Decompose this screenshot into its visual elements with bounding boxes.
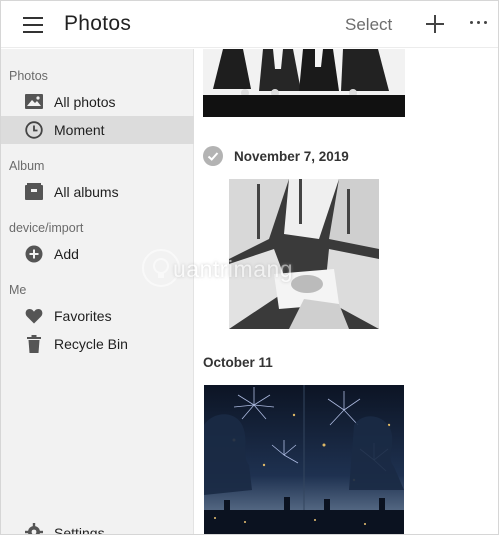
sidebar-item-add[interactable]: Add xyxy=(1,240,194,268)
sidebar-item-recycle-bin[interactable]: Recycle Bin xyxy=(1,330,194,358)
section-label-album: Album xyxy=(9,159,45,173)
add-icon[interactable] xyxy=(425,14,445,34)
photos-window: Photos Select Photos All photos Moment A… xyxy=(0,0,499,535)
sidebar-item-label: Recycle Bin xyxy=(54,336,128,352)
photo-thumbnail[interactable] xyxy=(229,179,379,329)
sidebar-item-settings[interactable]: Settings xyxy=(1,520,194,535)
sidebar-item-label: Settings xyxy=(54,525,105,535)
gear-icon xyxy=(25,523,43,534)
clock-icon xyxy=(25,121,43,139)
sidebar-item-moment[interactable]: Moment xyxy=(1,116,194,144)
image-icon xyxy=(25,94,43,109)
sidebar-item-label: All albums xyxy=(54,184,119,200)
hamburger-menu-icon[interactable] xyxy=(23,17,43,33)
fireworks-photo-image xyxy=(204,385,404,534)
section-label-device-import: device/import xyxy=(9,221,84,235)
hands-photo-image xyxy=(229,179,379,329)
select-button[interactable]: Select xyxy=(345,15,392,35)
heart-icon xyxy=(25,309,43,324)
add-circle-icon xyxy=(25,245,43,263)
section-label-me: Me xyxy=(9,283,27,297)
photo-thumbnail[interactable] xyxy=(204,385,404,534)
sidebar-item-all-albums[interactable]: All albums xyxy=(1,178,194,206)
sidebar-item-label: Favorites xyxy=(54,308,112,324)
sidebar-item-label: Moment xyxy=(54,122,105,138)
album-icon xyxy=(25,183,43,200)
sidebar-item-label: Add xyxy=(54,246,79,262)
title-bar: Photos Select xyxy=(1,1,498,48)
sidebar-item-label: All photos xyxy=(54,94,116,110)
date-header: November 7, 2019 xyxy=(234,149,349,164)
sidebar-item-all-photos[interactable]: All photos xyxy=(1,88,194,116)
app-title: Photos xyxy=(64,12,132,35)
date-header: October 11 xyxy=(203,355,273,370)
select-group-checkbox[interactable] xyxy=(203,146,223,166)
photo-thumbnail[interactable] xyxy=(203,49,405,117)
more-options-icon[interactable] xyxy=(469,20,489,26)
sidebar: Photos All photos Moment Album All album… xyxy=(1,49,194,535)
section-label-photos: Photos xyxy=(9,69,48,83)
sidebar-item-favorites[interactable]: Favorites xyxy=(1,302,194,330)
checkmark-icon xyxy=(207,152,219,161)
photo-timeline: November 7, 2019 October 11 xyxy=(195,49,498,534)
group-photo-image xyxy=(203,49,405,117)
trash-icon xyxy=(27,335,41,353)
